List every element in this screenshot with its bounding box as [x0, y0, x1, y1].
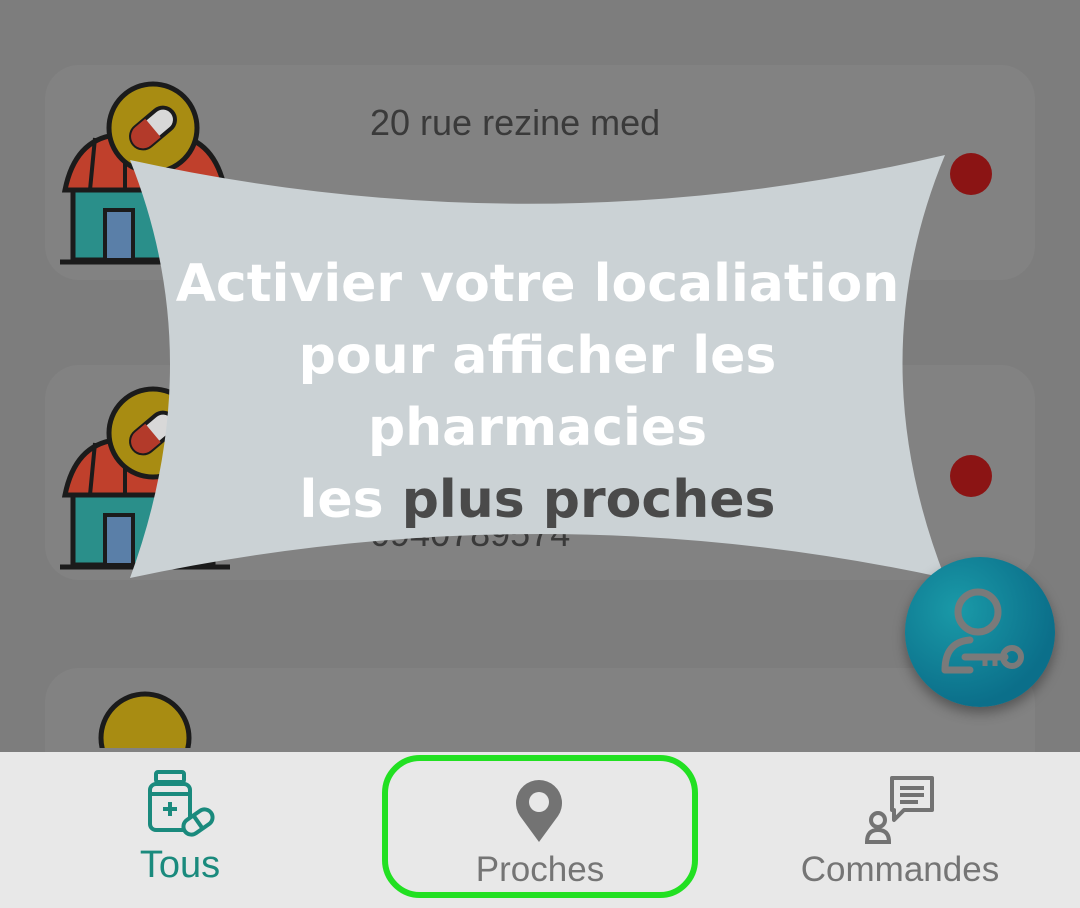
tab-commandes-label: Commandes [800, 850, 1000, 889]
pharmacy-shop-icon [60, 81, 230, 265]
pharmacy-shop-icon [98, 691, 192, 748]
pharmacy-shop-icon [60, 386, 230, 570]
status-dot [950, 455, 992, 497]
medicine-bottle-icon [148, 770, 215, 837]
pharmacy-phone: 0940789574 [370, 513, 571, 554]
pharmacy-card[interactable]: 20 rue rezine med [45, 65, 1035, 280]
tab-highlight-ring [382, 755, 698, 898]
pharmacy-address: 20 rue rezine med [370, 102, 661, 143]
tab-tous-label: Tous [139, 844, 221, 886]
user-key-icon [941, 588, 1024, 674]
user-chat-icon [864, 776, 934, 844]
tab-tous[interactable]: Tous [90, 752, 270, 908]
pharmacy-card[interactable]: 0940789574 [45, 365, 1035, 580]
status-dot [950, 153, 992, 195]
pharmacy-card[interactable] [45, 668, 1035, 752]
account-fab-button[interactable] [905, 557, 1055, 707]
tab-commandes[interactable]: Commandes [790, 752, 1010, 908]
